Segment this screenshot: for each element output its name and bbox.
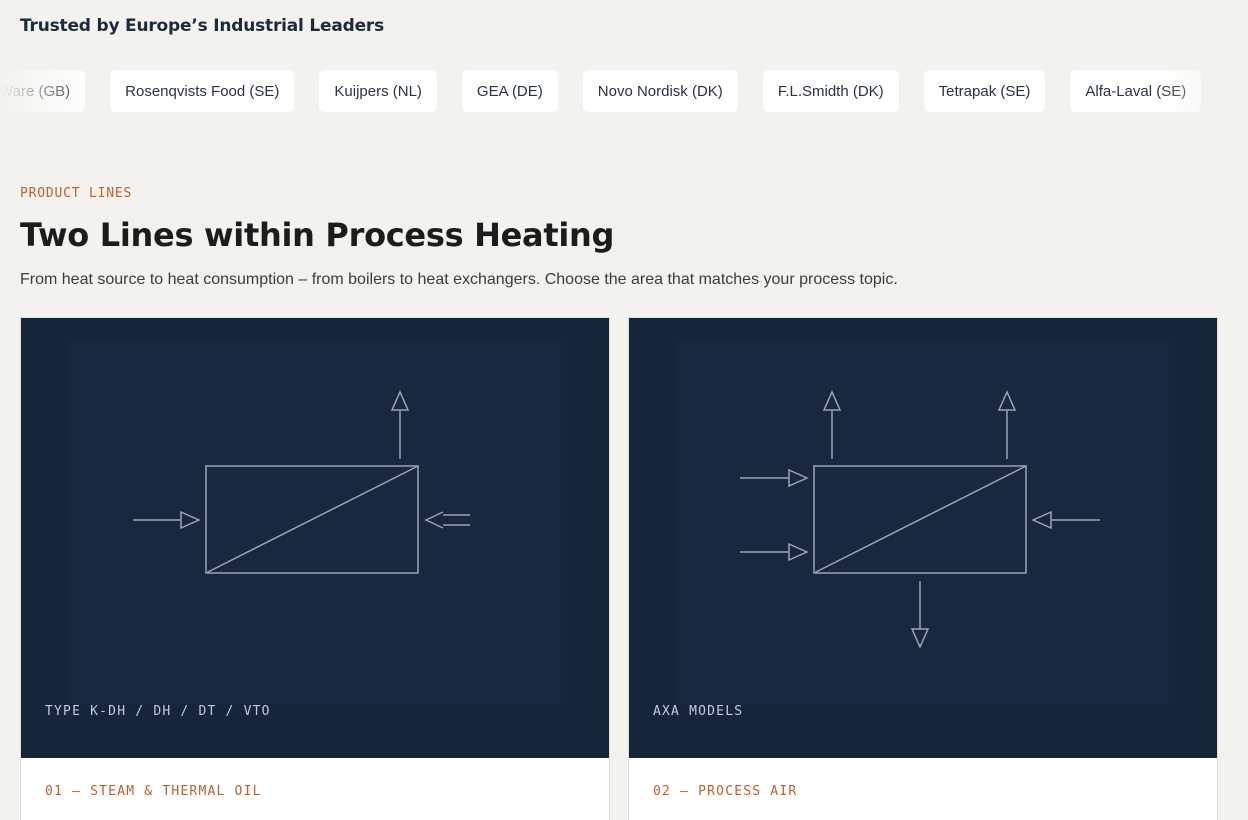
card-model-label: TYPE K-DH / DH / DT / VTO — [45, 704, 271, 719]
card-visual: AXA MODELS — [629, 318, 1217, 758]
client-chip: GEA (DE) — [461, 70, 558, 112]
client-chip: Novo Nordisk (DK) — [582, 70, 738, 112]
product-card-steam[interactable]: TYPE K-DH / DH / DT / VTO 01 — STEAM & T… — [20, 317, 610, 820]
section-title: Two Lines within Process Heating — [20, 216, 615, 254]
client-logo-track: Aggreko Ware (GB) Rosenqvists Food (SE) … — [0, 70, 1202, 112]
client-chip: Rosenqvists Food (SE) — [110, 70, 295, 112]
client-chip: Tetrapak (SE) — [923, 70, 1046, 112]
card-number-label[interactable]: 02 — PROCESS AIR — [653, 784, 797, 799]
heat-exchanger-air-diagram-icon — [740, 390, 1100, 649]
client-chip: F.L.Smidth (DK) — [762, 70, 899, 112]
client-chip: Alfa-Laval (SE) — [1070, 70, 1202, 112]
card-visual: TYPE K-DH / DH / DT / VTO — [21, 318, 609, 758]
section-eyebrow: PRODUCT LINES — [20, 186, 133, 201]
section-description: From heat source to heat consumption – f… — [20, 271, 898, 288]
card-model-label: AXA MODELS — [653, 704, 744, 719]
client-chip: Kuijpers (NL) — [319, 70, 437, 112]
card-number-label[interactable]: 01 — STEAM & THERMAL OIL — [45, 784, 262, 799]
client-chip: Aggreko Ware (GB) — [0, 70, 86, 112]
client-logo-strip: Aggreko Ware (GB) Rosenqvists Food (SE) … — [0, 70, 1248, 112]
heat-exchanger-steam-diagram-icon — [133, 390, 470, 574]
product-card-process-air[interactable]: AXA MODELS 02 — PROCESS AIR — [628, 317, 1218, 820]
trusted-title: Trusted by Europe’s Industrial Leaders — [20, 16, 385, 36]
